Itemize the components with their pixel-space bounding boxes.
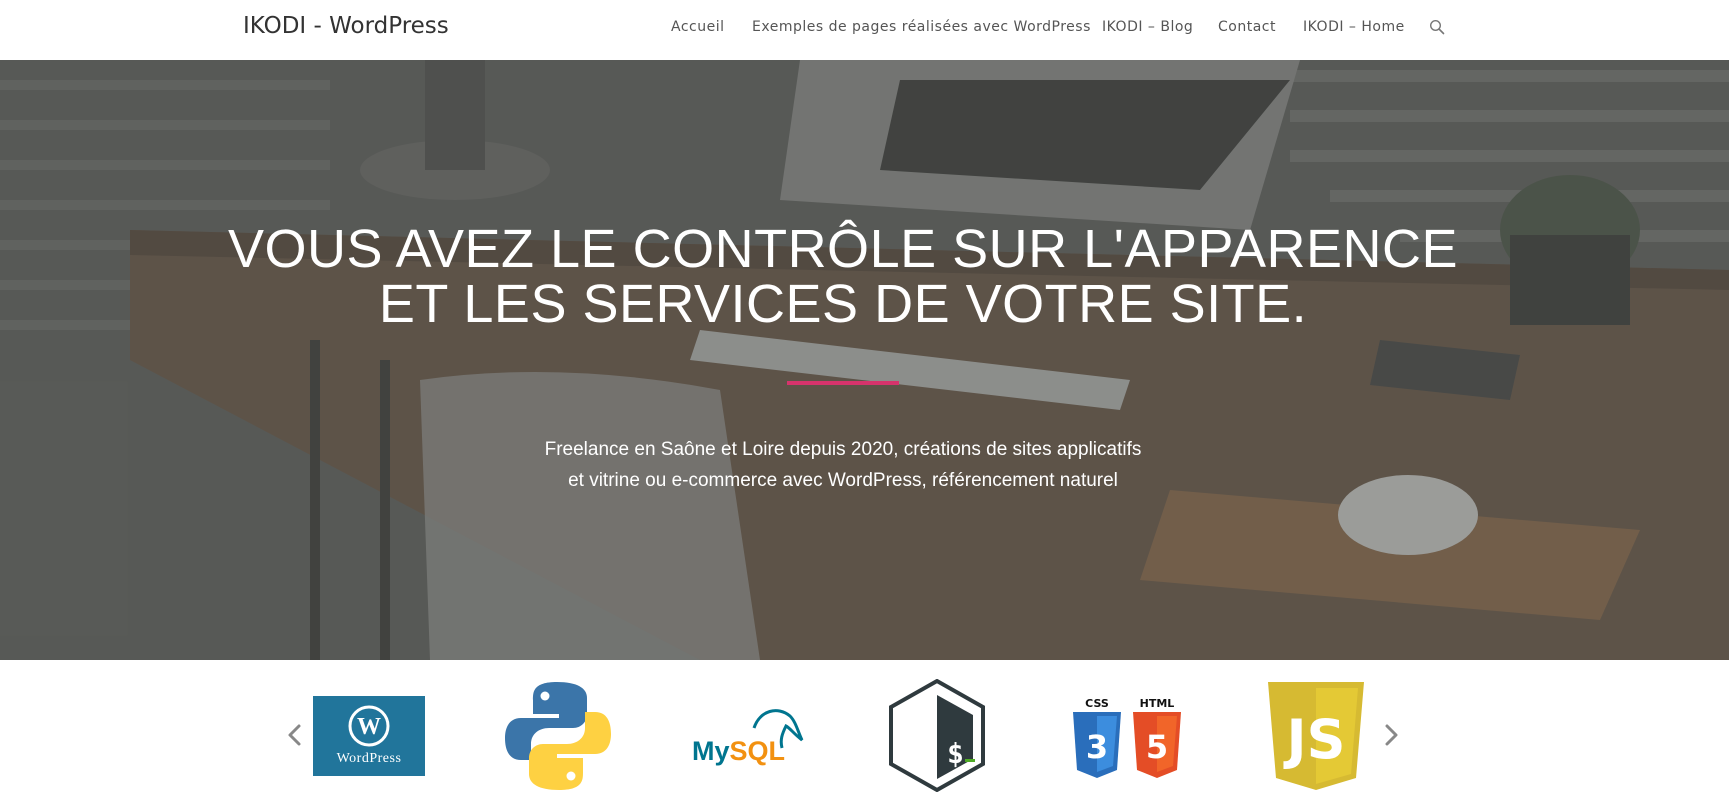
html-logo-text: HTML — [1140, 697, 1175, 710]
hero-title: VOUS AVEZ LE CONTRÔLE SUR L'APPARENCE ET… — [0, 222, 1686, 332]
hero-title-line-1: VOUS AVEZ LE CONTRÔLE SUR L'APPARENCE — [227, 219, 1459, 279]
search-icon[interactable] — [1429, 19, 1445, 35]
css3-html5-logo[interactable]: CSS 3 HTML 5 — [1071, 696, 1185, 782]
wordpress-logo[interactable]: W WordPress — [313, 696, 425, 776]
nav-item-contact[interactable]: Contact — [1218, 19, 1276, 35]
hero-subtitle-line-2: et vitrine ou e-commerce avec WordPress,… — [568, 470, 1118, 491]
mysql-logo[interactable]: MySQL — [690, 704, 804, 770]
nav-item-blog[interactable]: IKODI – Blog — [1102, 19, 1193, 35]
chevron-left-icon[interactable] — [285, 722, 305, 748]
mysql-logo-text: MySQL — [692, 736, 785, 766]
javascript-logo[interactable]: JS — [1266, 680, 1366, 792]
svg-text:W: W — [357, 714, 381, 740]
hero-accent-divider — [787, 381, 899, 385]
css-logo-text: CSS — [1085, 697, 1109, 710]
nav-item-exemples[interactable]: Exemples de pages réalisées avec WordPre… — [752, 19, 1091, 35]
javascript-logo-text: JS — [1283, 708, 1346, 771]
bash-logo[interactable]: $ — [887, 679, 987, 792]
hero-subtitle-line-1: Freelance en Saône et Loire depuis 2020,… — [544, 439, 1142, 460]
hero-overlay — [0, 60, 1729, 660]
technology-logo-carousel: W WordPress MySQL $ CSS 3 HTML 5 JS — [0, 660, 1729, 812]
hero-subtitle: Freelance en Saône et Loire depuis 2020,… — [0, 434, 1686, 496]
wordpress-logo-text: WordPress — [337, 751, 402, 766]
hero-title-line-2: ET LES SERVICES DE VOTRE SITE. — [378, 274, 1308, 334]
hero-banner: VOUS AVEZ LE CONTRÔLE SUR L'APPARENCE ET… — [0, 60, 1729, 660]
html-logo-digit: 5 — [1146, 728, 1168, 766]
nav-item-home[interactable]: IKODI – Home — [1303, 19, 1405, 35]
chevron-right-icon[interactable] — [1381, 722, 1401, 748]
site-title[interactable]: IKODI - WordPress — [243, 13, 449, 39]
svg-text:$: $ — [947, 737, 964, 770]
python-logo[interactable] — [503, 680, 613, 792]
nav-item-accueil[interactable]: Accueil — [671, 19, 725, 35]
site-header: IKODI - WordPress Accueil Exemples de pa… — [0, 0, 1729, 60]
css-logo-digit: 3 — [1086, 728, 1108, 766]
